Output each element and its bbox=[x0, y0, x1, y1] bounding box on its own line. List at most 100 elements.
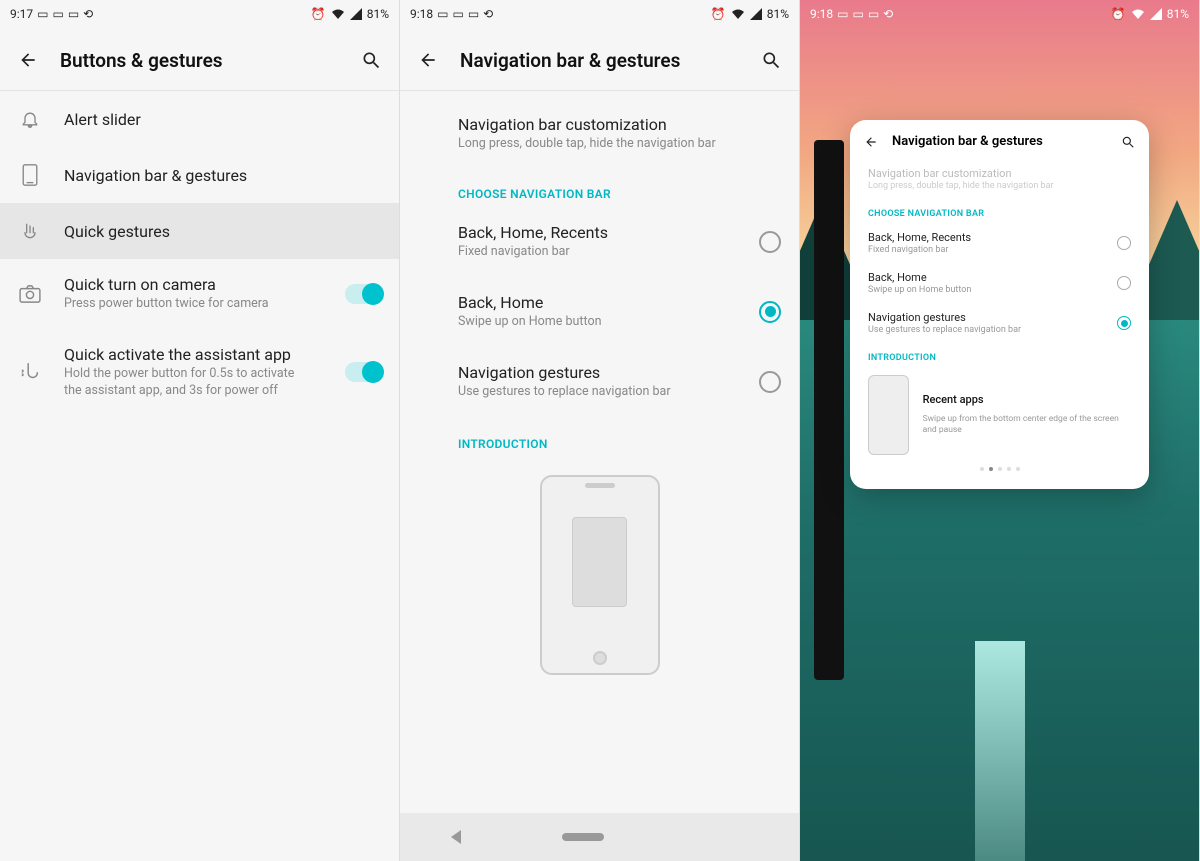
status-icon: ▭ bbox=[868, 7, 879, 21]
item-sub: Press power button twice for camera bbox=[64, 296, 323, 313]
bell-icon bbox=[18, 107, 42, 131]
battery-percent: 81% bbox=[1167, 7, 1189, 21]
item-label: Back, Home, Recents bbox=[458, 223, 737, 242]
radio-indicator[interactable] bbox=[1117, 276, 1131, 290]
dot[interactable] bbox=[1007, 467, 1011, 471]
signal-icon bbox=[1150, 8, 1162, 20]
item-label: Back, Home, Recents bbox=[868, 231, 1117, 244]
item-sub: Use gestures to replace navigation bar bbox=[458, 384, 737, 401]
nav-home-pill[interactable] bbox=[562, 833, 604, 841]
status-bar: 9:17 ▭ ▭ ▭ ⟲ ⏰ 81% bbox=[0, 0, 399, 28]
item-label: Navigation gestures bbox=[458, 363, 737, 382]
search-button[interactable] bbox=[759, 48, 783, 72]
status-icon: ▭ bbox=[452, 7, 463, 21]
item-quick-camera[interactable]: Quick turn on camera Press power button … bbox=[0, 259, 399, 329]
section-choose-nav: CHOOSE NAVIGATION BAR bbox=[864, 199, 1135, 223]
radio-back-home[interactable]: Back, Home Swipe up on Home button bbox=[400, 277, 799, 347]
battery-percent: 81% bbox=[367, 7, 389, 21]
item-label: Quick activate the assistant app bbox=[64, 345, 323, 364]
light-beam bbox=[975, 641, 1025, 861]
search-button[interactable] bbox=[1121, 135, 1135, 149]
intro-sub: Swipe up from the bottom center edge of … bbox=[923, 414, 1131, 436]
radio-back-home-recents[interactable]: Back, Home, Recents Fixed navigation bar bbox=[864, 223, 1135, 263]
header: Buttons & gestures bbox=[0, 28, 399, 91]
section-introduction: INTRODUCTION bbox=[864, 343, 1135, 367]
item-sub: Fixed navigation bar bbox=[868, 245, 1117, 255]
item-sub: Long press, double tap, hide the navigat… bbox=[458, 136, 781, 153]
item-customization-disabled: Navigation bar customization Long press,… bbox=[864, 159, 1135, 199]
intro-preview: Recent apps Swipe up from the bottom cen… bbox=[864, 367, 1135, 455]
item-label: Navigation bar customization bbox=[868, 167, 1131, 180]
radio-indicator[interactable] bbox=[759, 301, 781, 323]
search-button[interactable] bbox=[359, 48, 383, 72]
alarm-icon: ⏰ bbox=[311, 7, 326, 21]
pagination-dots bbox=[864, 467, 1135, 471]
phone-icon bbox=[18, 163, 42, 187]
previous-recent-card[interactable] bbox=[814, 140, 844, 680]
status-sync-icon: ⟲ bbox=[483, 7, 493, 21]
back-button[interactable] bbox=[416, 48, 440, 72]
signal-icon bbox=[350, 8, 362, 20]
item-assistant[interactable]: Quick activate the assistant app Hold th… bbox=[0, 329, 399, 416]
radio-back-home[interactable]: Back, Home Swipe up on Home button bbox=[864, 263, 1135, 303]
radio-indicator[interactable] bbox=[759, 371, 781, 393]
wifi-icon bbox=[731, 8, 745, 20]
back-button[interactable] bbox=[864, 135, 878, 149]
system-nav-bar bbox=[400, 813, 799, 861]
item-sub: Swipe up on Home button bbox=[458, 314, 737, 331]
radio-indicator[interactable] bbox=[1117, 236, 1131, 250]
screen-recents-overlay: 9:18 ▭ ▭ ▭ ⟲ ⏰ 81% Navigation bar & gest… bbox=[800, 0, 1200, 861]
nav-back-icon[interactable] bbox=[451, 830, 461, 844]
dot[interactable] bbox=[1016, 467, 1020, 471]
alarm-icon: ⏰ bbox=[711, 7, 726, 21]
wifi-icon bbox=[331, 8, 345, 20]
dot[interactable] bbox=[980, 467, 984, 471]
item-label: Navigation bar & gestures bbox=[64, 166, 381, 185]
item-label: Navigation bar customization bbox=[458, 115, 781, 134]
status-bar: 9:18 ▭ ▭ ▭ ⟲ ⏰ 81% bbox=[400, 0, 799, 28]
wifi-icon bbox=[1131, 8, 1145, 20]
status-icon: ▭ bbox=[68, 7, 79, 21]
intro-title: Recent apps bbox=[923, 393, 1131, 406]
header: Navigation bar & gestures bbox=[400, 28, 799, 91]
item-sub: Swipe up on Home button bbox=[868, 285, 1117, 295]
status-icon: ▭ bbox=[37, 7, 48, 21]
camera-icon bbox=[18, 282, 42, 306]
item-sub: Hold the power button for 0.5s to activa… bbox=[64, 366, 304, 400]
status-bar: 9:18 ▭ ▭ ▭ ⟲ ⏰ 81% bbox=[800, 0, 1199, 28]
recent-card-settings[interactable]: Navigation bar & gestures Navigation bar… bbox=[850, 120, 1149, 489]
radio-navigation-gestures[interactable]: Navigation gestures Use gestures to repl… bbox=[400, 347, 799, 417]
radio-back-home-recents[interactable]: Back, Home, Recents Fixed navigation bar bbox=[400, 207, 799, 277]
toggle-quick-camera[interactable] bbox=[345, 284, 381, 304]
dot[interactable] bbox=[998, 467, 1002, 471]
card-header: Navigation bar & gestures bbox=[864, 134, 1135, 149]
dot-active[interactable] bbox=[989, 467, 993, 471]
item-label: Back, Home bbox=[868, 271, 1117, 284]
alarm-icon: ⏰ bbox=[1111, 7, 1126, 21]
screen-buttons-and-gestures: 9:17 ▭ ▭ ▭ ⟲ ⏰ 81% Buttons & gestures bbox=[0, 0, 400, 861]
status-icon: ▭ bbox=[468, 7, 479, 21]
item-navigation-bar[interactable]: Navigation bar & gestures bbox=[0, 147, 399, 203]
item-customization[interactable]: Navigation bar customization Long press,… bbox=[400, 91, 799, 167]
item-alert-slider[interactable]: Alert slider bbox=[0, 91, 399, 147]
item-quick-gestures[interactable]: Quick gestures bbox=[0, 203, 399, 259]
signal-icon bbox=[750, 8, 762, 20]
status-icon: ▭ bbox=[837, 7, 848, 21]
gesture-icon bbox=[18, 219, 42, 243]
back-button[interactable] bbox=[16, 48, 40, 72]
toggle-assistant[interactable] bbox=[345, 362, 381, 382]
radio-indicator[interactable] bbox=[1117, 316, 1131, 330]
status-time: 9:17 bbox=[10, 7, 33, 21]
item-label: Quick turn on camera bbox=[64, 275, 323, 294]
status-icon: ▭ bbox=[437, 7, 448, 21]
status-icon: ▭ bbox=[852, 7, 863, 21]
radio-indicator[interactable] bbox=[759, 231, 781, 253]
radio-navigation-gestures[interactable]: Navigation gestures Use gestures to repl… bbox=[864, 303, 1135, 343]
item-label: Alert slider bbox=[64, 110, 381, 129]
item-label: Navigation gestures bbox=[868, 311, 1117, 324]
battery-percent: 81% bbox=[767, 7, 789, 21]
item-sub: Fixed navigation bar bbox=[458, 244, 737, 261]
item-sub: Use gestures to replace navigation bar bbox=[868, 325, 1117, 335]
status-time: 9:18 bbox=[410, 7, 433, 21]
section-choose-nav: CHOOSE NAVIGATION BAR bbox=[400, 167, 799, 207]
